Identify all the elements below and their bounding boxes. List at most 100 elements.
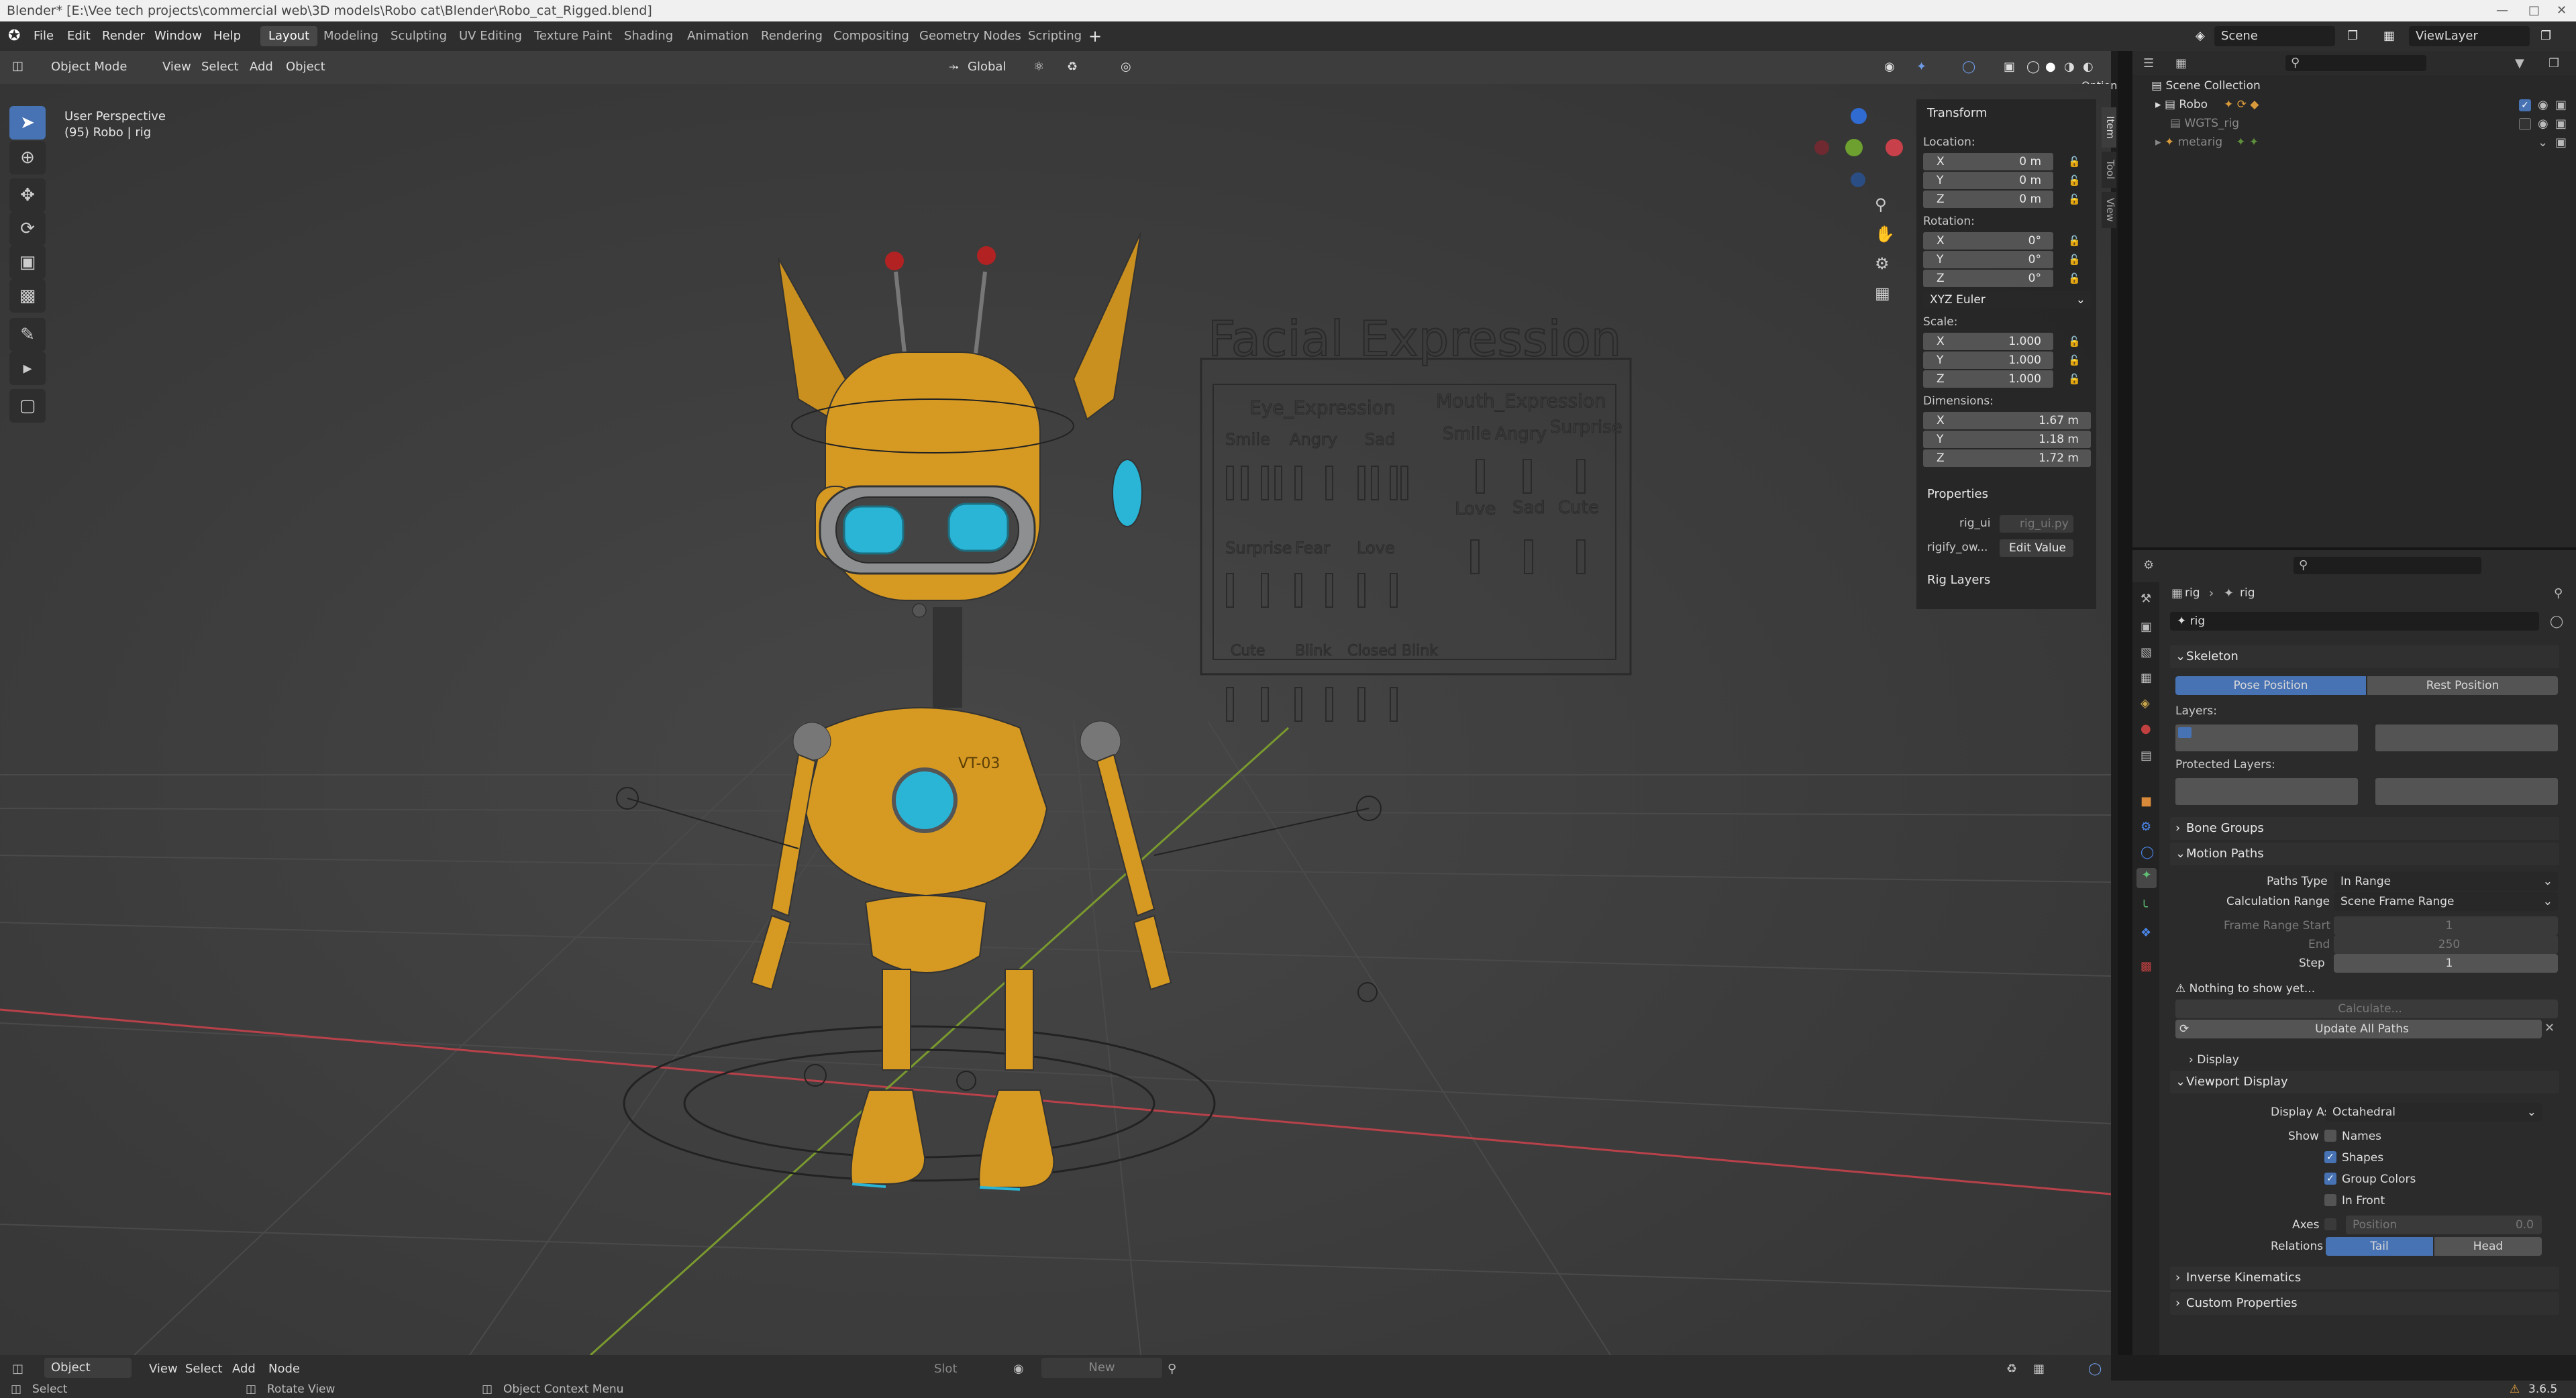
gizmo-z-axis[interactable] <box>1851 108 1867 124</box>
scale-x-field[interactable]: X 1.000 <box>1923 333 2053 350</box>
object-tab-icon[interactable]: ■ <box>2141 794 2152 808</box>
shading-rendered-icon[interactable]: ◐ <box>2083 60 2094 74</box>
camera-view-icon[interactable]: ⚙ <box>1875 254 1890 273</box>
tab-tool[interactable]: Tool <box>2102 152 2116 188</box>
scale-y-field[interactable]: Y 1.000 <box>1923 352 2053 369</box>
shader-type-selector[interactable]: Object <box>44 1358 132 1378</box>
lock-icon[interactable]: 🔓 <box>2068 254 2081 266</box>
axes-checkbox[interactable] <box>2324 1218 2336 1230</box>
calculate-button[interactable]: Calculate... <box>2175 1000 2558 1018</box>
tab-animation[interactable]: Animation <box>679 26 757 46</box>
tab-geometry-nodes[interactable]: Geometry Nodes <box>911 26 1029 46</box>
exclude-checkbox[interactable] <box>2519 118 2531 130</box>
add-workspace-icon[interactable]: + <box>1088 21 1102 51</box>
skeleton-panel-header[interactable]: ⌄ Skeleton <box>2170 645 2559 668</box>
paths-type-select[interactable]: In Range ⌄ <box>2334 872 2558 891</box>
shading-solid-icon[interactable]: ● <box>2045 60 2056 74</box>
measure-tool-icon[interactable]: ▸ <box>9 352 46 385</box>
robot-left-leg[interactable] <box>882 969 911 1071</box>
viewport-menu-view[interactable]: View <box>162 60 191 74</box>
location-z-field[interactable]: Z 0 m <box>1923 191 2053 208</box>
robot-right-eye[interactable] <box>947 502 1009 552</box>
viewport-menu-add[interactable]: Add <box>250 60 273 74</box>
robot-antenna-right[interactable] <box>977 246 996 265</box>
world-tab-icon[interactable]: ● <box>2141 722 2151 736</box>
robot-left-arm[interactable] <box>770 753 817 917</box>
rotation-x-field[interactable]: X 0° <box>1923 232 2053 250</box>
outliner-item-wgts-rig[interactable]: ▤ WGTS_rig <box>2170 117 2239 130</box>
camera-icon[interactable]: ▣ <box>2555 98 2567 112</box>
properties-panel-title[interactable]: Properties <box>1927 487 1988 501</box>
bone-tab-icon[interactable]: ╰ <box>2141 900 2148 914</box>
lock-icon[interactable]: 🔓 <box>2068 272 2081 284</box>
scene-tab-icon[interactable]: ◈ <box>2141 696 2150 710</box>
tab-view[interactable]: View <box>2102 192 2116 228</box>
menu-window[interactable]: Window <box>154 21 202 51</box>
new-material-button[interactable]: New <box>1041 1358 1162 1378</box>
menu-edit[interactable]: Edit <box>67 21 91 51</box>
pose-position-button[interactable]: Pose Position <box>2175 676 2366 695</box>
bone-groups-panel-header[interactable]: › Bone Groups <box>2170 817 2559 840</box>
robot-pelvis[interactable] <box>864 895 988 973</box>
menu-file[interactable]: File <box>34 21 54 51</box>
eye-closed-icon[interactable]: ⌄ <box>2538 136 2548 150</box>
display-as-select[interactable]: Octahedral ⌄ <box>2326 1103 2542 1122</box>
eye-icon[interactable]: ◉ <box>2538 98 2548 112</box>
bone-constraint-tab-icon[interactable]: ❖ <box>2141 926 2151 940</box>
visibility-icon[interactable]: ◉ <box>1884 60 1895 74</box>
shapes-checkbox[interactable]: ✓ <box>2324 1151 2336 1163</box>
dimensions-y-field[interactable]: Y 1.18 m <box>1923 431 2091 448</box>
tab-uv-editing[interactable]: UV Editing <box>451 26 530 46</box>
rotation-z-field[interactable]: Z 0° <box>1923 270 2053 287</box>
pan-hand-icon[interactable]: ✋ <box>1875 225 1895 244</box>
robot-neck[interactable] <box>933 607 962 708</box>
3d-viewport[interactable]: Facial Expression Eye_Expression Mouth_E… <box>0 84 2111 1355</box>
dimensions-z-field[interactable]: Z 1.72 m <box>1923 449 2091 467</box>
scale-z-field[interactable]: Z 1.000 <box>1923 370 2053 388</box>
rig-layers-panel-title[interactable]: Rig Layers <box>1927 573 1990 587</box>
cursor-tool-icon[interactable]: ⊕ <box>9 141 46 174</box>
editor-type-icon[interactable]: ◫ <box>12 1362 23 1376</box>
properties-editor-icon[interactable]: ⚙ <box>2143 558 2154 572</box>
expand-arrow-icon[interactable]: ▸ <box>2155 98 2165 111</box>
edit-value-button[interactable]: Edit Value <box>2000 539 2073 557</box>
inverse-kinematics-panel-header[interactable]: › Inverse Kinematics <box>2170 1267 2559 1289</box>
frame-start-field[interactable]: 1 <box>2334 916 2558 935</box>
gizmo-y-axis[interactable] <box>1845 139 1863 156</box>
move-tool-icon[interactable]: ✥ <box>9 178 46 212</box>
new-view-layer-icon[interactable]: ❐ <box>2540 21 2551 51</box>
robot-right-ear[interactable] <box>1072 232 1141 421</box>
tab-modeling[interactable]: Modeling <box>315 26 387 46</box>
transform-panel-title[interactable]: Transform <box>1927 106 1988 120</box>
view-layer-tab-icon[interactable]: ▦ <box>2141 671 2152 685</box>
robot-left-eye[interactable] <box>843 505 905 555</box>
relations-head-button[interactable]: Head <box>2434 1237 2542 1256</box>
overlays-icon[interactable]: ◯ <box>2088 1362 2102 1376</box>
custom-properties-panel-header[interactable]: › Custom Properties <box>2170 1292 2559 1315</box>
view-layer-selector[interactable]: ViewLayer <box>2409 26 2530 46</box>
facial-expression-board[interactable]: Facial Expression Eye_Expression Mouth_E… <box>1200 310 1632 722</box>
filter-icon[interactable]: ▼ <box>2515 56 2524 70</box>
location-y-field[interactable]: Y 0 m <box>1923 172 2053 189</box>
exclude-checkbox[interactable]: ✓ <box>2519 99 2531 111</box>
robot-left-foot[interactable] <box>850 1089 926 1185</box>
clear-paths-icon[interactable]: ✕ <box>2544 1021 2555 1035</box>
annotate-tool-icon[interactable]: ✎ <box>9 318 46 352</box>
scene-selector[interactable]: Scene <box>2214 26 2335 46</box>
texture-tab-icon[interactable]: ▩ <box>2141 959 2152 973</box>
proportional-edit-icon[interactable]: ◎ <box>1121 60 1131 74</box>
armature-data-tab-icon[interactable]: ✦ <box>2136 868 2157 888</box>
tab-scripting[interactable]: Scripting <box>1020 26 1090 46</box>
material-browse-icon[interactable]: ◉ <box>1013 1362 1024 1376</box>
outliner-item-metarig[interactable]: ▸ ✦ metarig ✦ ✦ <box>2155 136 2259 149</box>
add-cube-tool-icon[interactable]: ▢ <box>9 389 46 423</box>
robot-chest-light[interactable] <box>892 767 958 833</box>
rest-position-button[interactable]: Rest Position <box>2367 676 2558 695</box>
gizmo-icon[interactable]: ✦ <box>1916 60 1926 74</box>
eye-icon[interactable]: ◉ <box>2538 117 2548 131</box>
overlays-icon[interactable]: ◯ <box>1962 60 1975 74</box>
rotation-y-field[interactable]: Y 0° <box>1923 251 2053 268</box>
transform-orientation[interactable]: Global <box>968 60 1006 74</box>
lock-icon[interactable]: 🔓 <box>2068 373 2081 385</box>
xray-icon[interactable]: ▣ <box>2004 60 2015 74</box>
